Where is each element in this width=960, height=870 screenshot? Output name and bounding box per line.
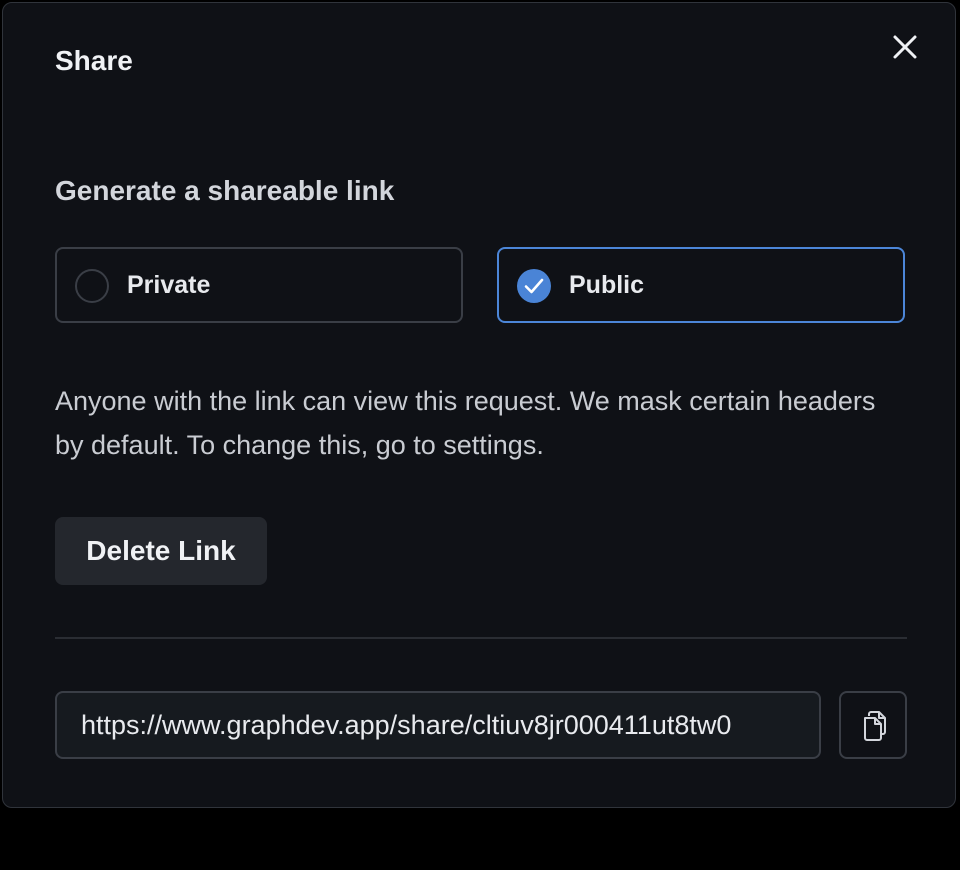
delete-link-button[interactable]: Delete Link bbox=[55, 517, 267, 585]
radio-unchecked-icon bbox=[75, 269, 109, 303]
option-label: Public bbox=[569, 271, 645, 299]
copy-icon bbox=[864, 711, 886, 741]
share-description: Anyone with the link can view this reque… bbox=[55, 386, 876, 460]
divider bbox=[55, 637, 907, 639]
option-private[interactable]: Private bbox=[55, 247, 463, 323]
close-button[interactable] bbox=[887, 29, 923, 65]
option-label: Private bbox=[127, 271, 211, 299]
dialog-title: Share bbox=[55, 45, 133, 76]
option-public[interactable]: Public bbox=[497, 247, 905, 323]
share-dialog: Share Generate a shareable link Private … bbox=[2, 2, 956, 808]
share-link-input[interactable] bbox=[55, 691, 821, 759]
radio-checked-icon bbox=[517, 269, 551, 303]
copy-link-button[interactable] bbox=[839, 691, 907, 759]
close-icon bbox=[893, 35, 917, 59]
section-title: Generate a shareable link bbox=[55, 175, 395, 206]
